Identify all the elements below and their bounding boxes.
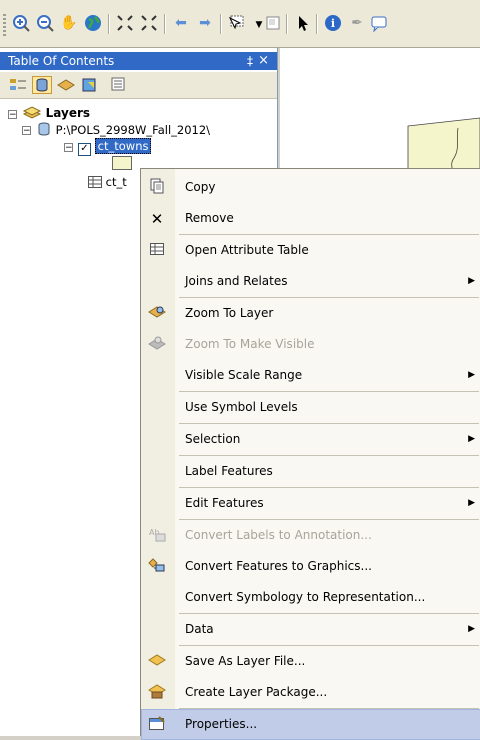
collapse-toggle[interactable]: −: [64, 143, 73, 153]
copy-icon: [147, 178, 167, 198]
submenu-arrow-icon: ▶: [468, 434, 475, 444]
menu-item-convert-symbology-to-representation[interactable]: Convert Symbology to Representation...: [141, 582, 480, 613]
polygon-symbol[interactable]: [112, 156, 132, 174]
table-name: ct_t: [105, 175, 127, 189]
layer-context-menu: Copy ✕ Remove Open Attribute Table Joins…: [140, 168, 480, 740]
identify-icon[interactable]: i: [322, 12, 344, 34]
layer-package-icon: [147, 683, 167, 703]
menu-item-use-symbol-levels[interactable]: Use Symbol Levels: [141, 392, 480, 423]
layer-ct-towns[interactable]: ✓ ct_towns: [78, 138, 152, 156]
zoom-out-icon[interactable]: [34, 12, 56, 34]
properties-icon: [147, 715, 167, 735]
menu-item-label: Zoom To Layer: [185, 306, 274, 320]
menu-item-label: Use Symbol Levels: [185, 400, 298, 414]
list-by-visibility-icon[interactable]: [56, 76, 76, 94]
remove-icon: ✕: [150, 210, 164, 228]
svg-text:i: i: [331, 17, 335, 30]
convert-labels-icon: Ab: [147, 526, 167, 546]
menu-item-label: Save As Layer File...: [185, 654, 306, 668]
menu-item-visible-scale-range[interactable]: Visible Scale Range ▶: [141, 360, 480, 391]
zoom-in-icon[interactable]: [10, 12, 32, 34]
collapse-toggle[interactable]: −: [22, 126, 31, 136]
menu-item-convert-labels-to-annotation[interactable]: Ab Convert Labels to Annotation...: [141, 520, 480, 551]
submenu-arrow-icon: ▶: [468, 370, 475, 380]
clear-selection-icon[interactable]: [262, 12, 284, 34]
menu-item-label: Edit Features: [185, 496, 264, 510]
menu-item-label: Convert Labels to Annotation...: [185, 528, 372, 542]
fixed-zoom-out-icon[interactable]: [138, 12, 160, 34]
layer-file-icon: [147, 652, 167, 672]
convert-graphics-icon: [147, 557, 167, 577]
zoom-layer-icon: [147, 304, 167, 324]
menu-item-convert-features-to-graphics[interactable]: Convert Features to Graphics...: [141, 551, 480, 582]
menu-item-label: Data: [185, 622, 214, 636]
menu-item-label: Remove: [185, 211, 234, 225]
submenu-arrow-icon: ▶: [468, 276, 475, 286]
globe-icon[interactable]: [82, 12, 104, 34]
menu-item-label-features[interactable]: Label Features: [141, 456, 480, 487]
menu-item-label: Zoom To Make Visible: [185, 337, 315, 351]
folder-path: P:\POLS_2998W_Fall_2012\: [55, 123, 211, 137]
menu-item-data[interactable]: Data ▶: [141, 614, 480, 645]
tools-toolbar: ✋ ⬅ ➡ ▼ i ✒: [0, 0, 480, 48]
submenu-arrow-icon: ▶: [468, 498, 475, 508]
menu-item-selection[interactable]: Selection ▶: [141, 424, 480, 455]
toc-toolbar: [0, 72, 277, 99]
submenu-arrow-icon: ▶: [468, 624, 475, 634]
menu-item-label: Properties...: [185, 717, 258, 731]
menu-item-label: Selection: [185, 432, 241, 446]
menu-item-joins-and-relates[interactable]: Joins and Relates ▶: [141, 266, 480, 297]
options-icon[interactable]: [108, 76, 128, 94]
layers-label: Layers: [45, 106, 91, 120]
menu-item-label: Convert Symbology to Representation...: [185, 590, 426, 604]
menu-item-label: Open Attribute Table: [185, 243, 309, 257]
edit-pencil-icon[interactable]: ✒: [346, 12, 368, 34]
menu-item-properties[interactable]: Properties...: [141, 709, 480, 740]
collapse-toggle[interactable]: −: [8, 110, 17, 120]
menu-item-save-as-layer-file[interactable]: Save As Layer File...: [141, 646, 480, 677]
pin-icon[interactable]: ‡: [247, 52, 253, 70]
select-features-icon[interactable]: [226, 12, 248, 34]
zoom-visible-icon: [147, 335, 167, 355]
menu-item-label: Label Features: [185, 464, 273, 478]
table-icon: [88, 176, 102, 188]
list-by-source-icon[interactable]: [32, 76, 52, 94]
database-icon: [38, 122, 50, 136]
forward-arrow-icon[interactable]: ➡: [194, 12, 216, 34]
menu-item-label: Visible Scale Range: [185, 368, 303, 382]
toc-title-bar: Table Of Contents ‡ ×: [0, 52, 277, 70]
menu-item-label: Joins and Relates: [185, 274, 288, 288]
layer-name: ct_towns: [94, 138, 152, 154]
menu-item-label: Create Layer Package...: [185, 685, 328, 699]
html-popup-icon[interactable]: [368, 12, 390, 34]
fixed-zoom-in-icon[interactable]: [114, 12, 136, 34]
menu-item-create-layer-package[interactable]: Create Layer Package...: [141, 677, 480, 708]
menu-item-label: Copy: [185, 180, 216, 194]
table-icon: [147, 241, 167, 261]
visibility-checkbox[interactable]: ✓: [78, 143, 91, 156]
menu-item-copy[interactable]: Copy: [141, 172, 480, 203]
menu-item-open-attribute-table[interactable]: Open Attribute Table: [141, 235, 480, 266]
toolbar-grip[interactable]: [3, 14, 6, 36]
close-icon[interactable]: ×: [258, 52, 269, 70]
menu-item-zoom-to-make-visible[interactable]: Zoom To Make Visible: [141, 329, 480, 360]
standalone-table[interactable]: ct_t: [88, 174, 127, 190]
back-arrow-icon[interactable]: ⬅: [170, 12, 192, 34]
source-folder[interactable]: P:\POLS_2998W_Fall_2012\: [36, 121, 210, 138]
menu-item-remove[interactable]: ✕ Remove: [141, 203, 480, 234]
menu-item-edit-features[interactable]: Edit Features ▶: [141, 488, 480, 519]
menu-item-zoom-to-layer[interactable]: Zoom To Layer: [141, 298, 480, 329]
data-frame-layers[interactable]: Layers: [22, 104, 90, 121]
pan-hand-icon[interactable]: ✋: [58, 12, 80, 34]
pointer-icon[interactable]: [292, 12, 314, 34]
toc-title: Table Of Contents: [8, 54, 115, 68]
list-by-drawing-order-icon[interactable]: [8, 76, 28, 94]
menu-item-label: Convert Features to Graphics...: [185, 559, 372, 573]
list-by-selection-icon[interactable]: [80, 76, 100, 94]
